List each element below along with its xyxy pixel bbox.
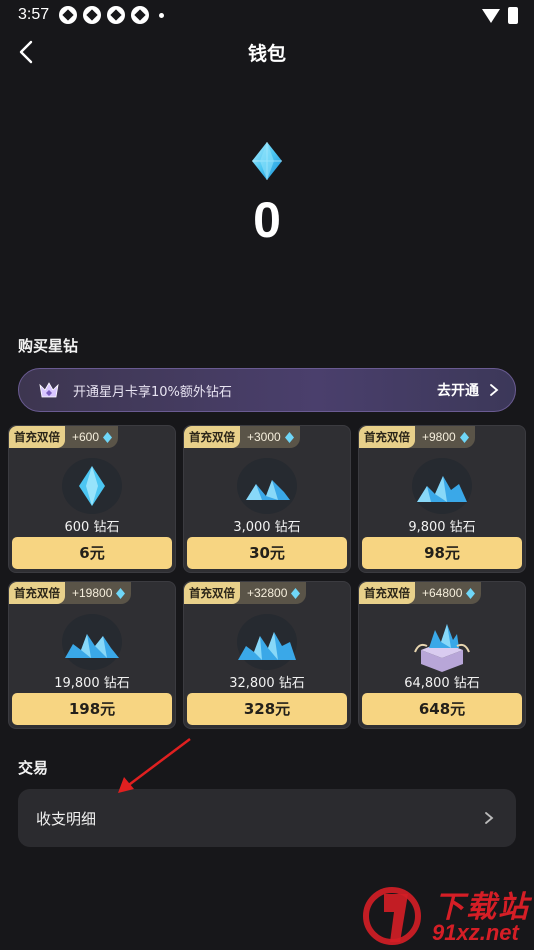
status-time: 3:57 xyxy=(18,6,50,23)
pack-price-button[interactable]: 30元 xyxy=(187,537,347,569)
balance-display: 0 xyxy=(0,140,534,248)
diamond-pile-icon xyxy=(412,458,472,514)
first-charge-badge: 首充双倍 +3000 xyxy=(184,426,300,448)
diamond-pack-card[interactable]: 首充双倍 +64800 64,800 钻石 648元 xyxy=(358,581,526,729)
pack-amount: 64,800 钻石 xyxy=(404,676,480,691)
notification-icon xyxy=(83,6,102,24)
badge-label: 首充双倍 xyxy=(359,426,415,448)
badge-bonus: +600 xyxy=(72,430,100,444)
badge-bonus: +9800 xyxy=(422,430,456,444)
first-charge-badge: 首充双倍 +32800 xyxy=(184,582,307,604)
watermark-logo-icon xyxy=(363,887,421,945)
notification-icon xyxy=(59,6,78,24)
badge-label: 首充双倍 xyxy=(184,426,240,448)
pack-amount: 9,800 钻石 xyxy=(408,520,476,535)
pack-amount: 3,000 钻石 xyxy=(233,520,301,535)
pack-price-button[interactable]: 198元 xyxy=(12,693,172,725)
notification-icon xyxy=(131,6,150,24)
diamond-icon xyxy=(291,587,301,599)
diamond-icon xyxy=(103,431,113,443)
header: 钱包 xyxy=(0,30,534,74)
transactions-section-title: 交易 xyxy=(18,759,49,777)
watermark-domain: 91xz.net xyxy=(432,920,519,945)
badge-bonus: +32800 xyxy=(247,586,288,600)
more-notifications-dot xyxy=(159,12,165,18)
status-bar: 3:57 xyxy=(0,0,534,30)
diamond-pile-icon xyxy=(237,614,297,670)
diamond-pack-card[interactable]: 首充双倍 +600 600 钻石 6元 xyxy=(8,425,176,573)
pack-amount: 32,800 钻石 xyxy=(229,676,305,691)
crown-icon xyxy=(39,382,59,398)
diamond-pile-icon xyxy=(237,458,297,514)
chevron-right-icon xyxy=(485,812,494,824)
vip-activate-link[interactable]: 去开通 xyxy=(437,380,479,400)
diamond-pack-card[interactable]: 首充双倍 +9800 9,800 钻石 98元 xyxy=(358,425,526,573)
pack-price-button[interactable]: 648元 xyxy=(362,693,522,725)
chevron-right-icon xyxy=(490,384,499,396)
diamond-pack-card[interactable]: 首充双倍 +3000 3,000 钻石 30元 xyxy=(183,425,351,573)
first-charge-badge: 首充双倍 +600 xyxy=(9,426,119,448)
diamond-icon xyxy=(466,587,476,599)
pack-price-button[interactable]: 328元 xyxy=(187,693,347,725)
vip-banner-text: 开通星月卡享10%额外钻石 xyxy=(73,384,232,400)
pack-amount: 600 钻石 xyxy=(64,520,120,535)
wifi-icon xyxy=(482,8,500,23)
badge-label: 首充双倍 xyxy=(9,582,65,604)
site-watermark: 下载站 91xz.net xyxy=(362,876,534,950)
system-icons xyxy=(482,7,518,24)
first-charge-badge: 首充双倍 +19800 xyxy=(9,582,132,604)
diamond-pack-card[interactable]: 首充双倍 +19800 19,800 钻石 198元 xyxy=(8,581,176,729)
vip-card-banner[interactable]: 开通星月卡享10%额外钻石 去开通 xyxy=(18,368,516,412)
diamond-pile-icon xyxy=(62,614,122,670)
transaction-records-label: 收支明细 xyxy=(36,809,97,828)
pack-price-button[interactable]: 98元 xyxy=(362,537,522,569)
balance-value: 0 xyxy=(253,192,281,248)
diamond-icon xyxy=(252,142,282,180)
badge-label: 首充双倍 xyxy=(9,426,65,448)
diamond-pile-icon xyxy=(62,458,122,514)
badge-label: 首充双倍 xyxy=(184,582,240,604)
diamond-icon xyxy=(284,431,294,443)
notification-icon xyxy=(107,6,126,24)
first-charge-badge: 首充双倍 +9800 xyxy=(359,426,475,448)
notification-icons xyxy=(59,6,165,24)
first-charge-badge: 首充双倍 +64800 xyxy=(359,582,482,604)
diamond-icon xyxy=(459,431,469,443)
badge-bonus: +3000 xyxy=(247,430,281,444)
badge-bonus: +64800 xyxy=(422,586,463,600)
transaction-records-row[interactable]: 收支明细 xyxy=(18,789,516,847)
pack-price-button[interactable]: 6元 xyxy=(12,537,172,569)
battery-icon xyxy=(508,7,518,24)
diamond-icon xyxy=(116,587,126,599)
badge-bonus: +19800 xyxy=(72,586,113,600)
diamond-pack-grid: 首充双倍 +600 600 钻石 6元 首充双倍 +3000 3,000 钻石 … xyxy=(8,425,528,729)
diamond-pack-card[interactable]: 首充双倍 +32800 32,800 钻石 328元 xyxy=(183,581,351,729)
badge-label: 首充双倍 xyxy=(359,582,415,604)
page-title: 钱包 xyxy=(247,43,286,65)
purchase-section-title: 购买星钻 xyxy=(18,337,79,355)
pack-amount: 19,800 钻石 xyxy=(54,676,130,691)
diamond-chest-icon xyxy=(414,624,470,672)
